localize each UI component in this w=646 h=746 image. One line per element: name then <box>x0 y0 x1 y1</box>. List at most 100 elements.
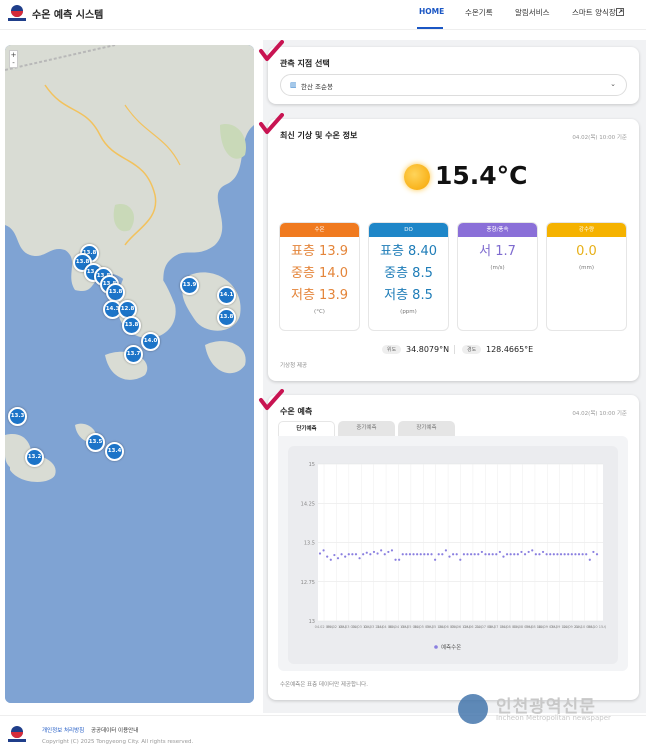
data-point[interactable] <box>405 553 408 556</box>
data-point[interactable] <box>502 555 505 558</box>
nav-alerts[interactable]: 알림서비스 <box>515 7 550 18</box>
data-point[interactable] <box>466 553 469 556</box>
data-point[interactable] <box>459 558 462 561</box>
data-point[interactable] <box>426 553 430 556</box>
data-point[interactable] <box>487 553 491 556</box>
data-point[interactable] <box>394 558 397 561</box>
data-point[interactable] <box>552 553 555 556</box>
data-point[interactable] <box>369 553 372 556</box>
data-point[interactable] <box>322 549 325 552</box>
map-marker[interactable]: 13.7 <box>124 345 143 364</box>
data-point[interactable] <box>419 553 422 556</box>
nav-records[interactable]: 수온기록 <box>465 7 493 18</box>
data-point[interactable] <box>423 553 426 556</box>
data-point[interactable] <box>344 555 347 558</box>
data-point[interactable] <box>430 553 433 556</box>
data-point[interactable] <box>559 553 563 556</box>
data-point[interactable] <box>340 553 343 556</box>
forecast-chart[interactable]: 1514.2513.512.751304.02 09시04.02 18시04.0… <box>288 446 618 664</box>
data-point[interactable] <box>498 550 501 554</box>
data-point[interactable] <box>527 550 530 554</box>
data-point[interactable] <box>441 553 444 556</box>
data-point[interactable] <box>365 551 368 554</box>
external-link-icon[interactable] <box>616 8 624 16</box>
data-point[interactable] <box>383 553 386 556</box>
data-point[interactable] <box>318 552 322 555</box>
map-marker[interactable]: 13.4 <box>105 442 124 461</box>
map-marker[interactable]: 13.9 <box>180 276 199 295</box>
data-point[interactable] <box>477 553 480 556</box>
data-point[interactable] <box>484 553 487 556</box>
privacy-link[interactable]: 개인정보 처리방침 <box>42 726 84 734</box>
data-point[interactable] <box>567 553 570 556</box>
data-point[interactable] <box>541 550 545 554</box>
public-data-link[interactable]: 공공데이터 이용안내 <box>91 726 138 734</box>
data-point[interactable] <box>347 553 350 556</box>
data-point[interactable] <box>592 550 595 554</box>
data-point[interactable] <box>491 553 494 556</box>
data-point[interactable] <box>516 553 519 556</box>
data-point[interactable] <box>556 553 559 556</box>
data-point[interactable] <box>531 549 534 552</box>
data-point[interactable] <box>390 549 394 552</box>
data-point[interactable] <box>329 558 332 561</box>
data-point[interactable] <box>538 553 541 556</box>
data-point[interactable] <box>376 552 379 555</box>
data-point[interactable] <box>387 550 390 554</box>
data-point[interactable] <box>469 553 473 556</box>
data-point[interactable] <box>452 553 455 556</box>
data-point[interactable] <box>495 553 498 556</box>
data-point[interactable] <box>362 553 365 556</box>
data-point[interactable] <box>333 553 336 557</box>
data-point[interactable] <box>523 553 527 556</box>
data-point[interactable] <box>595 553 599 556</box>
data-point[interactable] <box>401 553 404 556</box>
data-point[interactable] <box>336 557 340 560</box>
data-point[interactable] <box>358 557 361 560</box>
data-point[interactable] <box>437 553 440 556</box>
data-point[interactable] <box>380 549 383 552</box>
data-point[interactable] <box>416 553 419 556</box>
nav-home[interactable]: HOME <box>419 7 444 16</box>
map-view[interactable]: 13.8 13.8 13.8 13.8 13.8 13.8 14.3 12.8 … <box>5 45 254 703</box>
map-marker[interactable]: 14.1 <box>217 286 236 305</box>
data-point[interactable] <box>326 555 329 558</box>
data-point[interactable] <box>577 553 581 556</box>
data-point[interactable] <box>513 553 516 556</box>
app-title[interactable]: 수온 예측 시스템 <box>32 6 103 21</box>
tab-short-term[interactable]: 단기예측 <box>278 421 335 436</box>
data-point[interactable] <box>549 553 552 556</box>
station-select[interactable]: ▥ 한산 조순봉 ⌄ <box>280 74 627 96</box>
data-point[interactable] <box>480 550 483 554</box>
data-point[interactable] <box>588 558 591 561</box>
data-point[interactable] <box>563 553 566 556</box>
data-point[interactable] <box>408 553 412 556</box>
data-point[interactable] <box>520 550 523 554</box>
data-point[interactable] <box>574 553 577 556</box>
tongyeong-logo[interactable] <box>6 3 28 23</box>
map-marker[interactable]: 13.2 <box>25 448 44 467</box>
map-marker[interactable]: 14.0 <box>141 332 160 351</box>
zoom-in-button[interactable]: + <box>10 51 17 59</box>
data-point[interactable] <box>455 553 458 556</box>
data-point[interactable] <box>545 553 548 556</box>
tab-long-term[interactable]: 장기예측 <box>398 421 455 436</box>
data-point[interactable] <box>585 553 588 556</box>
zoom-out-button[interactable]: - <box>10 59 17 67</box>
data-point[interactable] <box>434 558 437 561</box>
data-point[interactable] <box>444 549 448 552</box>
map-marker[interactable]: 13.8 <box>217 308 236 327</box>
data-point[interactable] <box>473 553 476 556</box>
map-marker[interactable]: 13.5 <box>86 433 105 452</box>
data-point[interactable] <box>534 553 537 556</box>
map-marker[interactable]: 13.8 <box>106 283 125 302</box>
tab-mid-term[interactable]: 중기예측 <box>338 421 395 436</box>
data-point[interactable] <box>412 553 415 556</box>
data-point[interactable] <box>448 555 451 558</box>
nav-smart-farm[interactable]: 스마트 양식장 <box>572 7 616 18</box>
map-marker[interactable]: 13.8 <box>122 316 141 335</box>
data-point[interactable] <box>570 553 573 556</box>
data-point[interactable] <box>462 553 465 556</box>
map-marker[interactable]: 13.3 <box>8 407 27 426</box>
data-point[interactable] <box>509 553 512 556</box>
